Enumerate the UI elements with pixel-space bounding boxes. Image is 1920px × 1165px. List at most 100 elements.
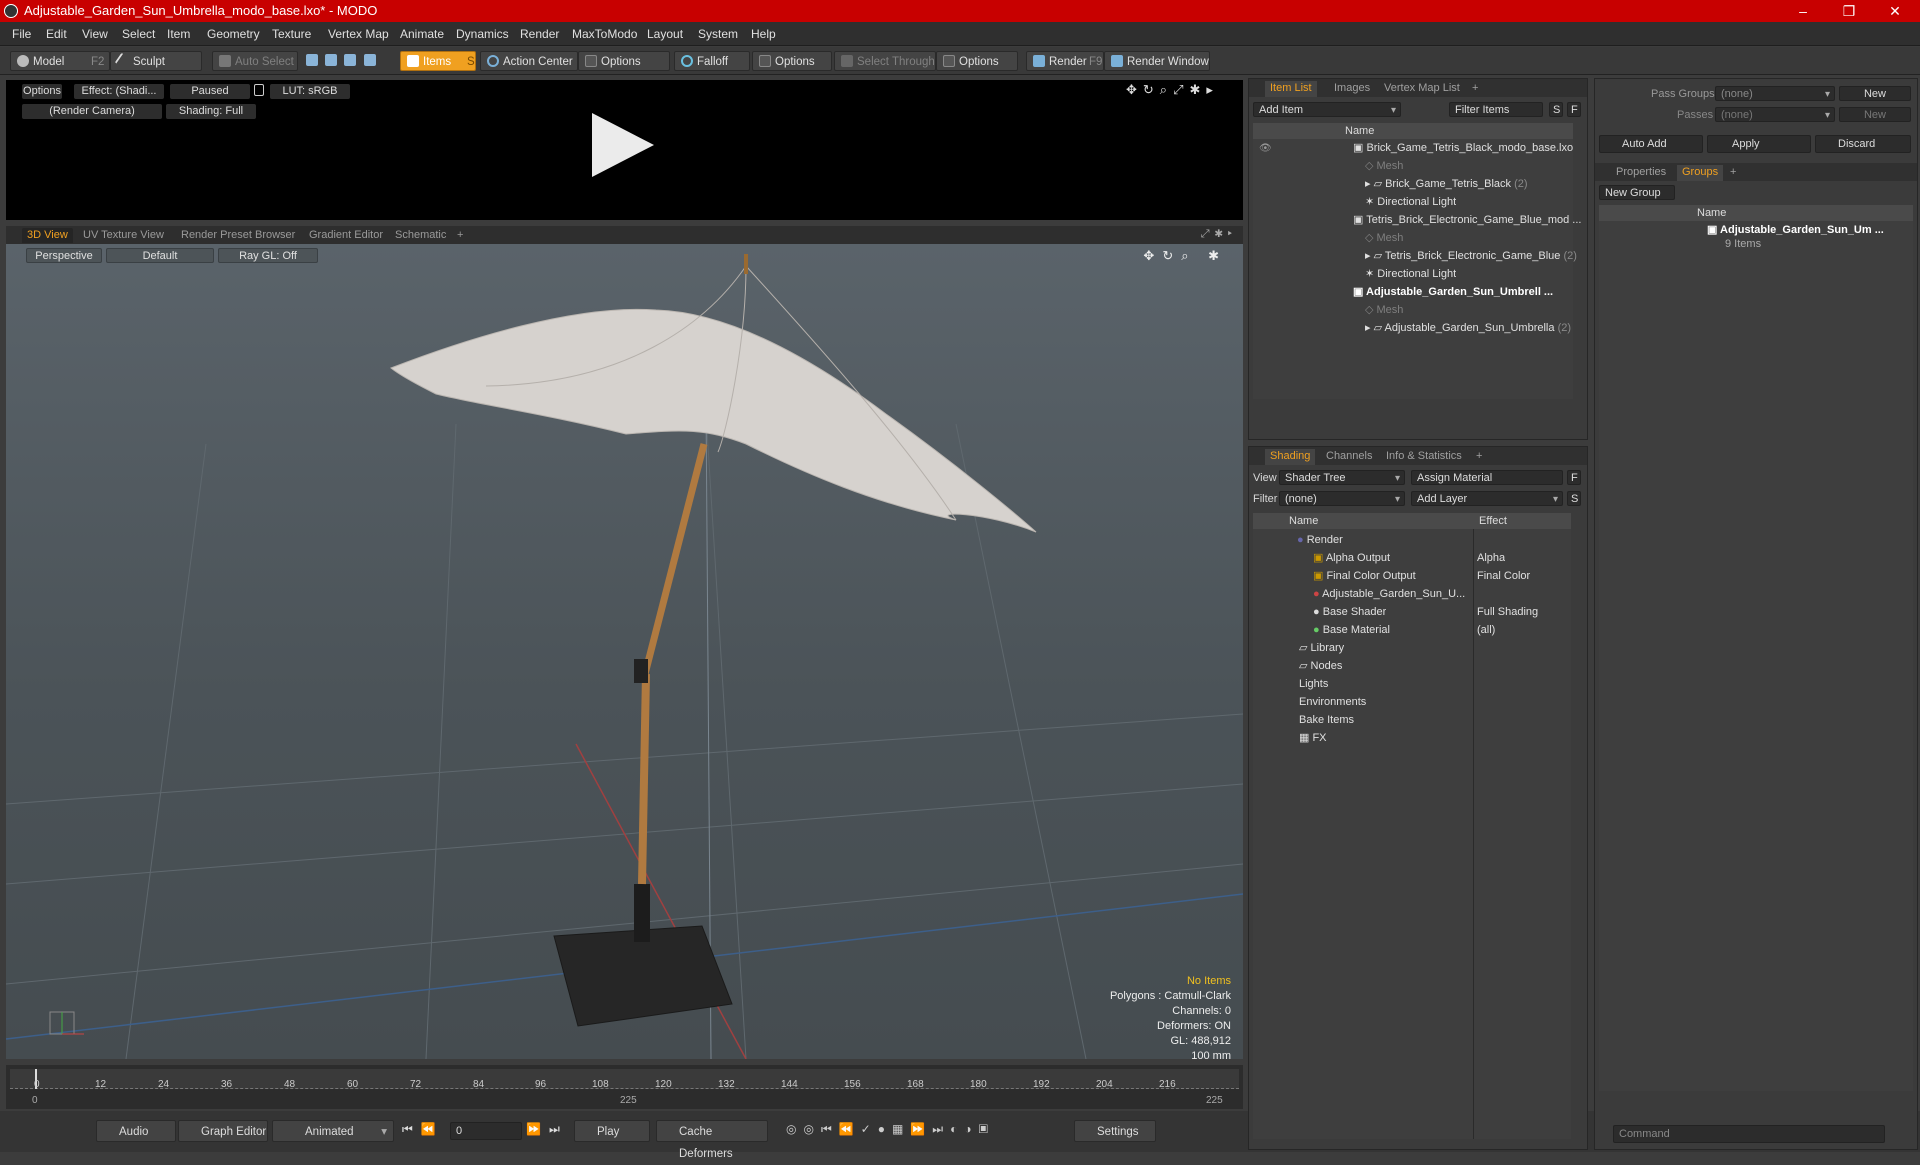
effect-value[interactable]: Alpha bbox=[1477, 549, 1505, 567]
settings-button[interactable]: Settings bbox=[1074, 1120, 1156, 1142]
frame-input[interactable]: 0 bbox=[450, 1122, 522, 1140]
tab-info-statistics[interactable]: Info & Statistics bbox=[1381, 449, 1467, 465]
list-item[interactable]: ▸ ▱ Brick_Game_Tetris_Black (2) bbox=[1365, 175, 1528, 193]
tab-images[interactable]: Images bbox=[1329, 81, 1375, 97]
shader-row[interactable]: ▣ Final Color Output bbox=[1313, 567, 1416, 585]
shader-row[interactable]: ● Base Shader bbox=[1313, 603, 1386, 621]
tab-item-list[interactable]: Item List bbox=[1265, 81, 1317, 97]
3d-viewport[interactable]: Perspective Default Ray GL: Off ✥↻⌕ ✱ No… bbox=[6, 244, 1243, 1059]
shader-row[interactable]: ● Base Material bbox=[1313, 621, 1390, 639]
menu-item[interactable]: Item bbox=[167, 27, 190, 41]
minimize-button[interactable]: – bbox=[1780, 0, 1826, 22]
materials-mode-icon[interactable] bbox=[363, 54, 376, 66]
items-mode-button[interactable]: Items S bbox=[400, 51, 476, 71]
edges-mode-icon[interactable] bbox=[325, 54, 338, 66]
filter-dropdown[interactable]: (none) bbox=[1279, 491, 1405, 507]
list-item[interactable]: ▣ Brick_Game_Tetris_Black_modo_base.lxo bbox=[1353, 139, 1573, 157]
tab-add[interactable]: + bbox=[452, 228, 468, 243]
lut-dropdown[interactable]: LUT: sRGB bbox=[270, 84, 350, 99]
tab-properties[interactable]: Properties bbox=[1611, 165, 1671, 181]
f-button[interactable]: F bbox=[1567, 102, 1581, 117]
tab-render-preset-browser[interactable]: Render Preset Browser bbox=[176, 228, 300, 243]
menu-dynamics[interactable]: Dynamics bbox=[456, 27, 509, 41]
play-button[interactable]: Play bbox=[574, 1120, 650, 1142]
tab-gradient-editor[interactable]: Gradient Editor bbox=[304, 228, 388, 243]
auto-add-button[interactable]: Auto Add bbox=[1599, 135, 1703, 153]
menu-animate[interactable]: Animate bbox=[400, 27, 444, 41]
new-pass-button[interactable]: New bbox=[1839, 107, 1911, 122]
auto-select-button[interactable]: Auto Select bbox=[212, 51, 298, 71]
tab-shading[interactable]: Shading bbox=[1265, 449, 1316, 465]
menu-view[interactable]: View bbox=[82, 27, 108, 41]
tab-3d-view[interactable]: 3D View bbox=[22, 228, 73, 243]
shader-row[interactable]: ▱ Library bbox=[1299, 639, 1344, 657]
tab-uv-texture-view[interactable]: UV Texture View bbox=[78, 228, 169, 243]
maximize-button[interactable]: ❐ bbox=[1826, 0, 1872, 22]
list-item[interactable]: ▸ ▱ Adjustable_Garden_Sun_Umbrella (2) bbox=[1365, 319, 1571, 337]
f-button[interactable]: F bbox=[1567, 470, 1581, 485]
command-input[interactable]: Command bbox=[1613, 1125, 1885, 1143]
tab-channels[interactable]: Channels bbox=[1321, 449, 1377, 465]
shader-row[interactable]: ● Render bbox=[1297, 531, 1343, 549]
timeline[interactable]: 0 12 24 36 48 60 72 84 96 108 120 132 14… bbox=[6, 1065, 1243, 1109]
list-item[interactable]: ◇ Mesh bbox=[1365, 157, 1403, 175]
tab-vertex-map-list[interactable]: Vertex Map List bbox=[1379, 81, 1465, 97]
shader-row[interactable]: Environments bbox=[1299, 693, 1366, 711]
close-button[interactable]: ✕ bbox=[1872, 0, 1918, 22]
select-through-button[interactable]: Select Through bbox=[834, 51, 936, 71]
menu-edit[interactable]: Edit bbox=[46, 27, 67, 41]
list-item[interactable]: ✶ Directional Light bbox=[1365, 193, 1456, 211]
preview-effect-dropdown[interactable]: Effect: (Shadi... bbox=[74, 84, 164, 99]
menu-help[interactable]: Help bbox=[751, 27, 776, 41]
tab-groups[interactable]: Groups bbox=[1677, 165, 1724, 181]
new-pass-group-button[interactable]: New bbox=[1839, 86, 1911, 101]
menu-file[interactable]: File bbox=[12, 27, 31, 41]
falloff-button[interactable]: Falloff bbox=[674, 51, 750, 71]
tab-add[interactable]: + bbox=[1471, 449, 1487, 465]
shader-row[interactable]: Bake Items bbox=[1299, 711, 1354, 729]
next-key-icons[interactable]: ⏩⏭ bbox=[526, 1122, 568, 1137]
tab-schematic[interactable]: Schematic bbox=[390, 228, 451, 243]
shader-row[interactable]: ▦ FX bbox=[1299, 729, 1327, 747]
render-window-button[interactable]: Render Window bbox=[1104, 51, 1210, 71]
timeline-ruler[interactable] bbox=[10, 1069, 1239, 1089]
shading-dropdown[interactable]: Shading: Full bbox=[166, 104, 256, 119]
select-through-options-button[interactable]: Options bbox=[936, 51, 1018, 71]
key-tool-icons[interactable]: ◎◎⏮⏪✓●▦⏩⏭◐◑▣ bbox=[786, 1122, 995, 1137]
sculpt-mode-button[interactable]: Sculpt bbox=[110, 51, 202, 71]
view-dropdown[interactable]: Shader Tree bbox=[1279, 470, 1405, 486]
name-column[interactable]: Name bbox=[1697, 205, 1726, 221]
menu-maxtomodo[interactable]: MaxToModo bbox=[572, 27, 637, 41]
menu-geometry[interactable]: Geometry bbox=[207, 27, 260, 41]
model-mode-button[interactable]: Model F2 bbox=[10, 51, 110, 71]
menu-render[interactable]: Render bbox=[520, 27, 559, 41]
apply-button[interactable]: Apply bbox=[1707, 135, 1811, 153]
render-preview[interactable]: Options Effect: (Shadi... Paused LUT: sR… bbox=[6, 80, 1243, 220]
cache-deformers-button[interactable]: Cache Deformers bbox=[656, 1120, 768, 1160]
new-group-button[interactable]: New Group bbox=[1599, 185, 1675, 200]
action-center-button[interactable]: Action Center bbox=[480, 51, 578, 71]
shader-row[interactable]: ▱ Nodes bbox=[1299, 657, 1342, 675]
polygons-mode-icon[interactable] bbox=[344, 54, 357, 66]
menu-layout[interactable]: Layout bbox=[647, 27, 683, 41]
lock-icon[interactable] bbox=[254, 84, 264, 96]
list-item[interactable]: ◇ Mesh bbox=[1365, 301, 1403, 319]
effect-value[interactable]: Full Shading bbox=[1477, 603, 1538, 621]
filter-items-input[interactable]: Filter Items bbox=[1449, 102, 1543, 117]
list-item[interactable]: ▣ Tetris_Brick_Electronic_Game_Blue_mod … bbox=[1353, 211, 1581, 229]
prev-key-icons[interactable]: ⏮⏪ bbox=[402, 1122, 444, 1137]
menu-system[interactable]: System bbox=[698, 27, 738, 41]
effect-value[interactable]: Final Color bbox=[1477, 567, 1530, 585]
name-column[interactable]: Name bbox=[1289, 513, 1318, 529]
s-button[interactable]: S bbox=[1567, 491, 1581, 506]
add-item-dropdown[interactable]: Add Item bbox=[1253, 102, 1401, 118]
pass-groups-dropdown[interactable]: (none) bbox=[1715, 86, 1835, 102]
viewport-tab-icons[interactable]: ⤢✱▸ bbox=[1201, 228, 1237, 241]
list-item[interactable]: ▣ Adjustable_Garden_Sun_Umbrell ... bbox=[1353, 283, 1553, 301]
render-camera-dropdown[interactable]: (Render Camera) bbox=[22, 104, 162, 119]
s-button[interactable]: S bbox=[1549, 102, 1563, 117]
discard-button[interactable]: Discard bbox=[1815, 135, 1911, 153]
tab-add[interactable]: + bbox=[1467, 81, 1483, 97]
audio-button[interactable]: Audio bbox=[96, 1120, 176, 1142]
action-center-options-button[interactable]: Options bbox=[578, 51, 670, 71]
